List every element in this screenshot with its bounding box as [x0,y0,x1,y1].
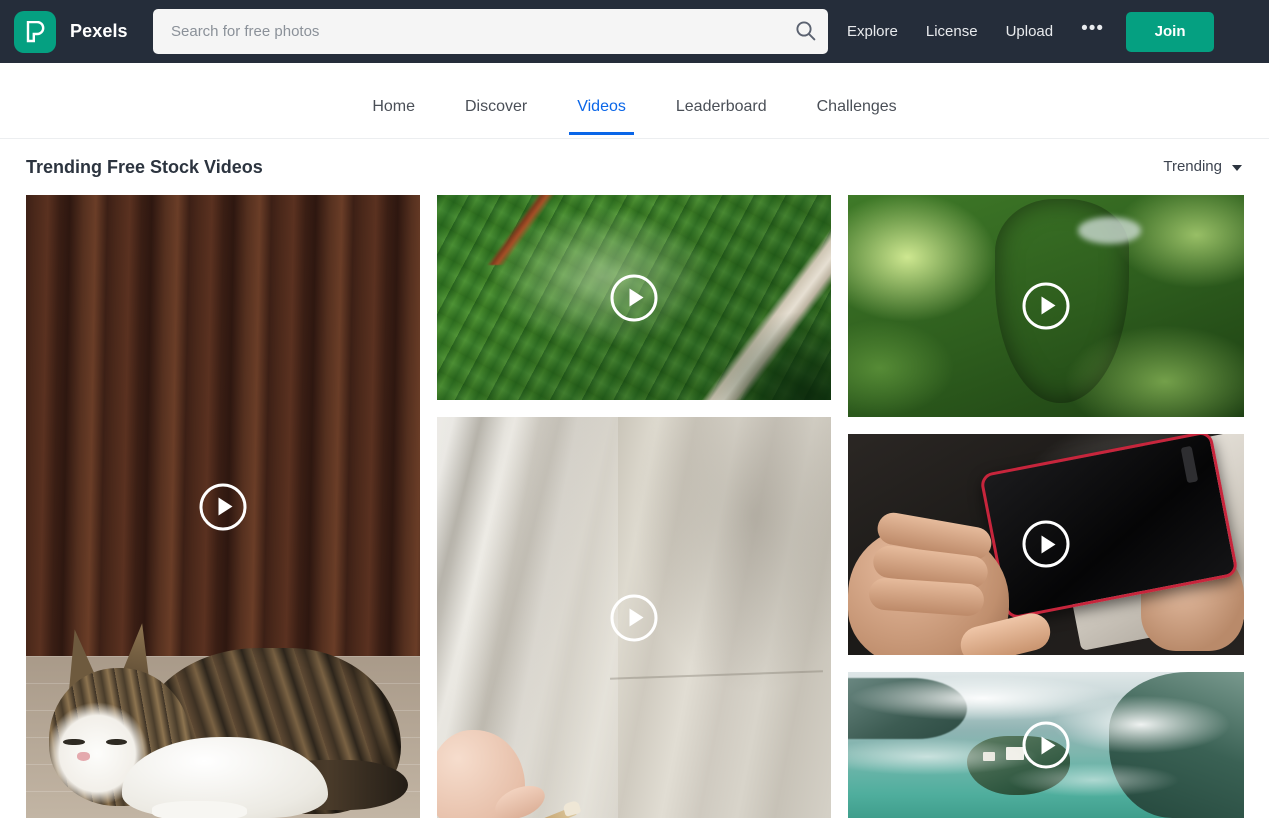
cat-eye-left [63,738,85,746]
join-button[interactable]: Join [1126,11,1215,52]
grid-column-1 [26,195,420,818]
video-card-aerial-field[interactable] [437,195,831,400]
brand-name: Pexels [70,21,128,41]
section-header: Trending Free Stock Videos Trending [0,138,1269,195]
phone-left-hand [848,482,1054,656]
video-card-grapes[interactable] [848,195,1244,417]
header-link-explore[interactable]: Explore [847,23,898,40]
page-title: Trending Free Stock Videos [26,157,263,177]
search-bar[interactable] [153,9,828,54]
video-card-coast[interactable] [848,672,1244,818]
chevron-down-icon [1232,164,1242,171]
site-header: Pexels Explore License Upload ••• Join [0,0,1269,63]
play-icon[interactable] [199,483,247,530]
header-nav: Explore License Upload ••• Join [847,0,1215,63]
tab-home[interactable]: Home [372,78,415,135]
linen-shadow [626,417,831,706]
header-link-upload[interactable]: Upload [1006,23,1054,40]
hero-image-strip [0,63,1269,78]
tab-challenges[interactable]: Challenges [817,78,897,135]
play-icon[interactable] [610,594,658,641]
cat-nose [77,752,91,761]
sort-dropdown[interactable]: Trending [1163,158,1242,175]
video-grid [26,195,1244,818]
field-red-path [437,195,627,265]
cat-paw [151,800,247,818]
pexels-logo-icon [14,10,56,53]
grid-column-2 [437,195,831,818]
tab-discover[interactable]: Discover [465,78,527,135]
play-icon[interactable] [610,274,658,321]
video-card-linen[interactable] [437,417,831,818]
phone-speaker [1179,445,1199,484]
field-shadow [697,307,831,400]
search-submit-button[interactable] [782,9,828,54]
play-icon[interactable] [1022,282,1070,330]
header-link-license[interactable]: License [926,23,978,40]
cat-eye-right [105,738,128,746]
grid-column-3 [848,195,1244,818]
search-icon [795,20,816,44]
sort-dropdown-label: Trending [1163,158,1222,175]
tab-leaderboard[interactable]: Leaderboard [676,78,767,135]
category-tabs: Home Discover Videos Leaderboard Challen… [0,78,1269,139]
brand-logo-link[interactable]: Pexels [14,10,128,53]
grape-highlight [1077,217,1142,244]
cat-figure [42,625,409,818]
hand-figure [437,729,582,818]
tab-videos[interactable]: Videos [569,78,634,135]
search-input[interactable] [169,22,782,41]
video-card-phone[interactable] [848,433,1244,656]
play-icon[interactable] [1022,520,1070,568]
video-card-cat[interactable] [26,195,420,818]
play-icon[interactable] [1022,721,1070,769]
ellipsis-icon[interactable]: ••• [1081,19,1104,40]
